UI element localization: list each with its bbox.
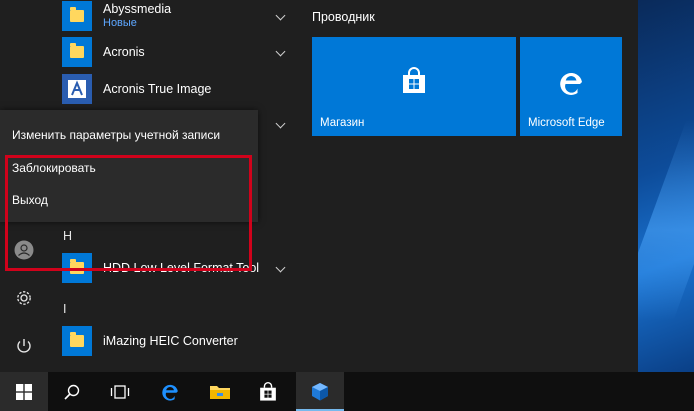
app-acronis-true-image[interactable]: Acronis True Image: [62, 71, 292, 107]
taskbar-file-explorer-button[interactable]: [196, 372, 244, 411]
app-cube-icon: [312, 382, 328, 400]
section-letter-i[interactable]: I: [63, 302, 66, 316]
edge-icon: [162, 384, 178, 401]
acronis-logo-icon: [62, 74, 92, 104]
app-label: Acronis: [103, 45, 145, 59]
power-icon: [17, 339, 31, 353]
store-bag-icon: [403, 67, 425, 93]
start-button[interactable]: [0, 372, 48, 411]
tile-label: Microsoft Edge: [528, 117, 605, 129]
folder-icon: [62, 37, 92, 67]
taskbar-edge-button[interactable]: [146, 372, 194, 411]
app-label: Acronis True Image: [103, 82, 212, 96]
windows-logo-icon: [16, 383, 32, 400]
taskbar-running-app-button[interactable]: [296, 372, 344, 411]
chevron-down-icon[interactable]: [275, 10, 286, 21]
app-label: Abyssmedia: [103, 2, 172, 16]
store-bag-icon: [260, 381, 276, 401]
gear-icon: [17, 291, 31, 305]
task-view-button[interactable]: [96, 372, 144, 411]
search-icon: [64, 384, 80, 400]
app-imazing-heic-converter[interactable]: iMazing HEIC Converter: [62, 323, 292, 359]
taskbar-store-button[interactable]: [244, 372, 292, 411]
search-button[interactable]: [48, 372, 96, 411]
highlight-box: [5, 155, 252, 271]
app-abyssmedia[interactable]: Abyssmedia Новые: [62, 0, 292, 34]
chevron-down-icon[interactable]: [275, 118, 286, 129]
tile-group-title[interactable]: Проводник: [312, 10, 375, 24]
app-acronis[interactable]: Acronis: [62, 34, 292, 70]
folder-icon: [62, 1, 92, 31]
file-explorer-icon: [210, 385, 230, 399]
chevron-down-icon[interactable]: [275, 262, 286, 273]
tile-store[interactable]: Магазин: [312, 37, 516, 136]
chevron-down-icon[interactable]: [275, 46, 286, 57]
change-account-settings-item[interactable]: Изменить параметры учетной записи: [12, 128, 220, 142]
power-button[interactable]: [0, 326, 48, 366]
settings-button[interactable]: [0, 278, 48, 318]
task-view-icon: [110, 384, 130, 399]
taskbar: [0, 372, 694, 411]
tile-microsoft-edge[interactable]: Microsoft Edge: [520, 37, 622, 136]
app-label: iMazing HEIC Converter: [103, 334, 238, 348]
new-badge: Новые: [103, 17, 137, 29]
folder-icon: [62, 326, 92, 356]
edge-icon: [560, 72, 582, 95]
tile-label: Магазин: [320, 117, 365, 129]
